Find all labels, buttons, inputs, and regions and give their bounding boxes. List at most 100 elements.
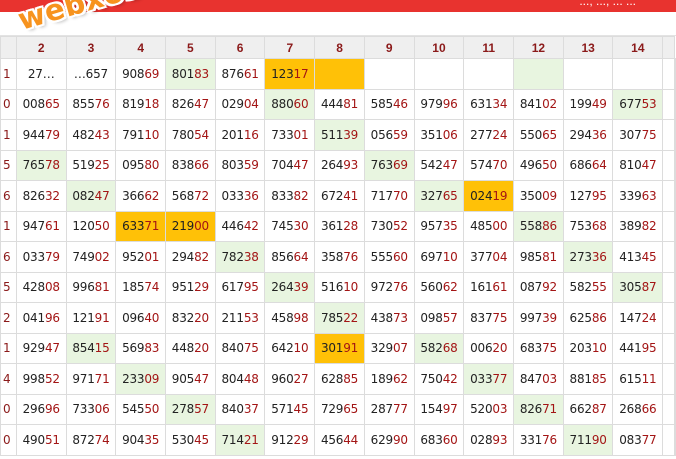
result-cell: 81047 bbox=[612, 149, 664, 181]
result-cell: 91229 bbox=[264, 424, 316, 456]
result-cell: 04196 bbox=[15, 302, 67, 334]
column-header: 3 bbox=[65, 36, 117, 59]
result-cell: 85415 bbox=[65, 332, 117, 364]
result-cell: 21900 bbox=[165, 210, 216, 242]
result-cell: 99739 bbox=[513, 302, 564, 334]
result-cell: 42808 bbox=[15, 271, 67, 303]
table-row: 5 42808 99681 18574 95129 61795 26439 51610 9727… bbox=[0, 271, 676, 303]
result-cell: 45644 bbox=[314, 424, 365, 456]
result-cell: 94479 bbox=[15, 119, 67, 151]
result-cell: 41345 bbox=[612, 241, 664, 273]
result-cell: 71770 bbox=[363, 180, 415, 212]
result-cell: 23309 bbox=[115, 363, 167, 395]
result-cell: 73301 bbox=[264, 119, 316, 151]
result-cell: 64210 bbox=[264, 332, 316, 364]
result-cell bbox=[513, 58, 564, 90]
row-label: 0 bbox=[0, 424, 17, 456]
result-cell: 62990 bbox=[363, 424, 415, 456]
table-row: 0 29696 73306 54550 27857 84037 57145 72965 2877… bbox=[0, 393, 676, 425]
result-cell: 36662 bbox=[115, 180, 167, 212]
result-cell: 96027 bbox=[264, 363, 316, 395]
table-header-row: 2 3 4 5 6 7 8 9 10 11 12 13 14 bbox=[0, 36, 676, 59]
row-label: 1 bbox=[0, 58, 17, 90]
trailing-cell bbox=[674, 149, 676, 181]
result-cell: 36128 bbox=[314, 210, 365, 242]
result-cell: 83866 bbox=[165, 149, 216, 181]
result-cell: 09580 bbox=[115, 149, 167, 181]
result-cell: 87661 bbox=[214, 58, 266, 90]
column-header: 2 bbox=[15, 36, 67, 59]
result-cell: 29482 bbox=[165, 241, 216, 273]
column-header: 4 bbox=[115, 36, 167, 59]
table-row: 1 94479 48243 79110 78054 20116 73301 51139 0565… bbox=[0, 119, 676, 151]
result-cell: 16161 bbox=[463, 271, 515, 303]
result-cell: 75368 bbox=[562, 210, 614, 242]
result-cell: 83382 bbox=[264, 180, 316, 212]
column-header: 9 bbox=[363, 36, 415, 59]
column-header: 10 bbox=[413, 36, 465, 59]
result-cell: 70447 bbox=[264, 149, 316, 181]
result-cell: 44195 bbox=[612, 332, 664, 364]
result-cell: 20116 bbox=[214, 119, 266, 151]
result-cell: 37704 bbox=[463, 241, 515, 273]
result-cell bbox=[662, 180, 675, 212]
result-cell bbox=[662, 58, 675, 90]
column-header bbox=[0, 36, 17, 59]
result-cell: 52003 bbox=[463, 393, 515, 425]
result-cell: 92947 bbox=[15, 332, 67, 364]
trailing-cell bbox=[674, 424, 676, 456]
result-cell: 55065 bbox=[513, 119, 564, 151]
result-cell: 90869 bbox=[115, 58, 167, 90]
result-cell: 55560 bbox=[363, 241, 415, 273]
result-cell: 90435 bbox=[115, 424, 167, 456]
lottery-results-table: 2 3 4 5 6 7 8 9 10 11 12 13 14 1 27… …657 90869 80183 876… bbox=[0, 36, 676, 456]
column-header bbox=[662, 36, 675, 59]
row-label: 0 bbox=[0, 393, 17, 425]
result-cell: 26866 bbox=[612, 393, 664, 425]
column-header: 14 bbox=[612, 36, 664, 59]
column-header: 12 bbox=[513, 36, 564, 59]
result-cell: 85576 bbox=[65, 88, 117, 120]
result-cell: 27… bbox=[15, 58, 67, 90]
column-header: 7 bbox=[264, 36, 316, 59]
result-cell: 76578 bbox=[15, 149, 67, 181]
result-cell: 51925 bbox=[65, 149, 117, 181]
table-row: 1 92947 85415 56983 44820 84075 64210 30191 3290… bbox=[0, 332, 676, 364]
row-label: 1 bbox=[0, 210, 17, 242]
trailing-cell bbox=[674, 332, 676, 364]
result-cell: 82647 bbox=[165, 88, 216, 120]
result-cell: 35106 bbox=[413, 119, 465, 151]
result-cell: 84102 bbox=[513, 88, 564, 120]
column-header: 5 bbox=[165, 36, 216, 59]
result-cell: 79110 bbox=[115, 119, 167, 151]
result-cell: 97996 bbox=[413, 88, 465, 120]
result-cell: 87274 bbox=[65, 424, 117, 456]
result-cell: 88185 bbox=[562, 363, 614, 395]
result-cell: 15497 bbox=[413, 393, 465, 425]
result-cell: 35009 bbox=[513, 180, 564, 212]
result-cell: 74902 bbox=[65, 241, 117, 273]
result-cell: 19949 bbox=[562, 88, 614, 120]
result-cell bbox=[662, 241, 675, 273]
row-label: 0 bbox=[0, 88, 17, 120]
result-cell bbox=[463, 58, 515, 90]
result-cell: 58268 bbox=[413, 332, 465, 364]
result-cell: 48243 bbox=[65, 119, 117, 151]
result-cell: 71421 bbox=[214, 424, 266, 456]
result-cell: 68360 bbox=[413, 424, 465, 456]
result-cell: 44642 bbox=[214, 210, 266, 242]
result-cell: 58255 bbox=[562, 271, 614, 303]
result-cell: 73306 bbox=[65, 393, 117, 425]
result-cell: 21153 bbox=[214, 302, 266, 334]
result-cell: 12050 bbox=[65, 210, 117, 242]
result-cell: 62586 bbox=[562, 302, 614, 334]
result-cell: 61511 bbox=[612, 363, 664, 395]
result-cell: 85664 bbox=[264, 241, 316, 273]
result-cell: 28777 bbox=[363, 393, 415, 425]
result-cell bbox=[662, 302, 675, 334]
result-cell: 30191 bbox=[314, 332, 365, 364]
result-cell bbox=[662, 210, 675, 242]
result-cell: 95201 bbox=[115, 241, 167, 273]
result-cell: 02419 bbox=[463, 180, 515, 212]
result-cell: 49650 bbox=[513, 149, 564, 181]
